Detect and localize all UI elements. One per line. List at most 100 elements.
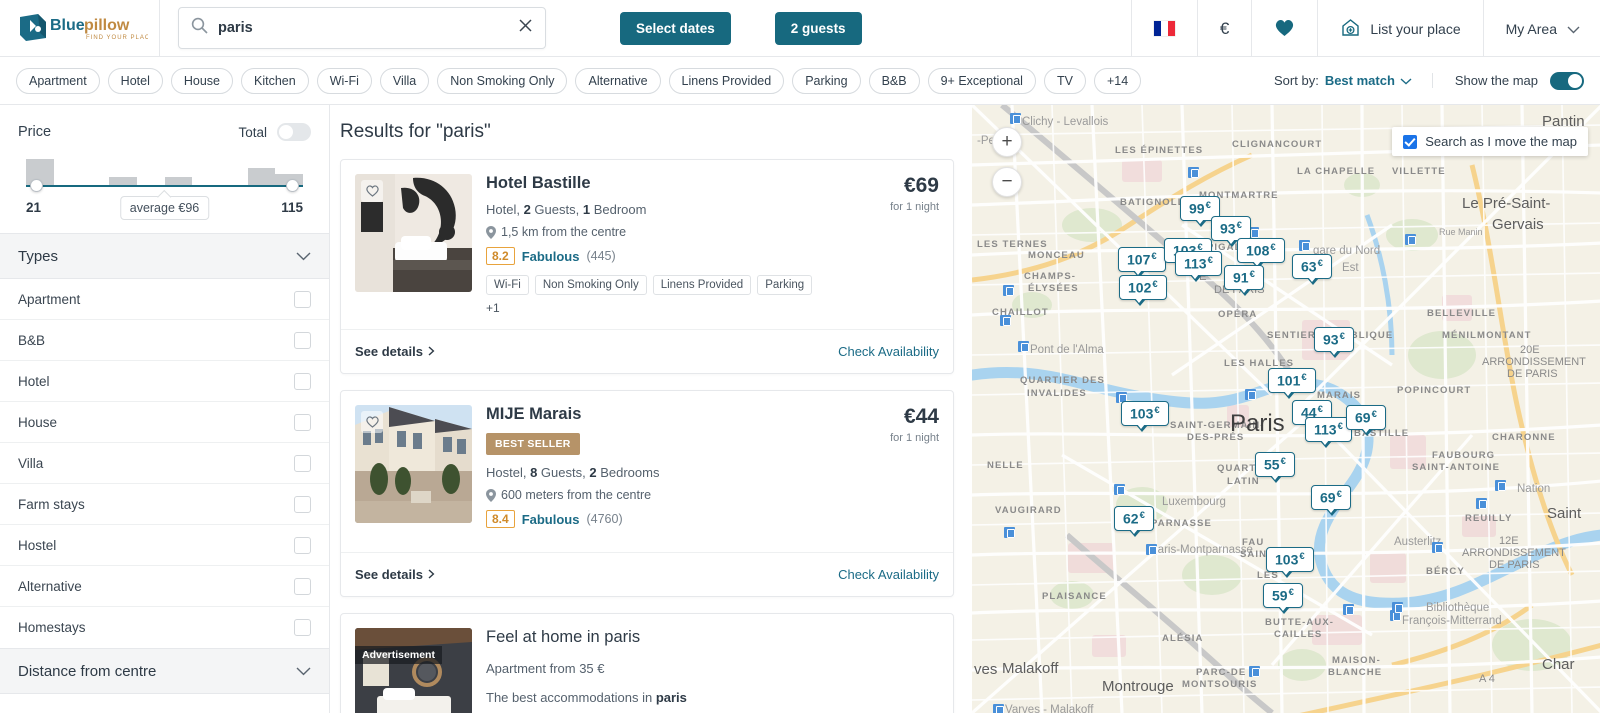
type-filter-villa[interactable]: Villa (0, 443, 329, 484)
type-filter-checkbox[interactable] (294, 372, 311, 390)
type-filter-label: Farm stays (18, 496, 85, 512)
close-icon[interactable] (518, 18, 533, 38)
property-thumbnail[interactable] (355, 405, 472, 523)
type-filter-house[interactable]: House (0, 402, 329, 443)
type-filter-checkbox[interactable] (294, 331, 311, 349)
zoom-in-button[interactable]: + (992, 127, 1022, 157)
search-input[interactable] (218, 20, 518, 36)
zoom-out-button[interactable]: − (992, 167, 1022, 197)
filter-chip-tv[interactable]: TV (1043, 67, 1086, 94)
map-price-pin[interactable]: 93€ (1314, 327, 1354, 358)
map-price-pin[interactable]: 101€ (1268, 368, 1316, 399)
price-filter: Price Total 21 115 average €96 (0, 105, 329, 233)
see-details-link[interactable]: See details (355, 344, 435, 359)
map-price-pin[interactable]: 91€ (1224, 265, 1264, 296)
type-filter-checkbox[interactable] (294, 290, 311, 308)
property-thumbnail[interactable] (355, 174, 472, 292)
amenity-tag[interactable]: Wi-Fi (486, 275, 529, 295)
advertisement-card[interactable]: Advertisement Feel at home in paris Apartm… (340, 613, 954, 713)
result-card[interactable]: Hotel Bastille Hotel, 2 Guests, 1 Bedroom… (340, 159, 954, 374)
map-price-pin[interactable]: 113€ (1175, 251, 1222, 282)
filter-chip-wi-fi[interactable]: Wi-Fi (316, 67, 372, 94)
types-section-header[interactable]: Types (0, 233, 329, 279)
select-dates-button[interactable]: Select dates (620, 11, 731, 45)
filter-chip-villa[interactable]: Villa (379, 67, 430, 94)
map-price-pin[interactable]: 107€ (1118, 247, 1166, 278)
type-filter-homestays[interactable]: Homestays (0, 607, 329, 648)
result-card[interactable]: MIJE Marais BEST SELLER Hostel, 8 Guests, … (340, 390, 954, 597)
filter-chip-kitchen[interactable]: Kitchen (241, 67, 309, 94)
price-slider-min-handle[interactable] (30, 179, 43, 192)
advertisement-title[interactable]: Feel at home in paris (486, 628, 939, 647)
total-toggle[interactable] (277, 123, 311, 141)
type-filter-apartment[interactable]: Apartment (0, 279, 329, 320)
type-filter-checkbox[interactable] (294, 619, 311, 636)
type-filter-checkbox[interactable] (294, 495, 311, 513)
type-filter-checkbox[interactable] (294, 454, 311, 472)
favourite-heart-icon[interactable] (361, 411, 383, 433)
map-price-pin[interactable]: 113€ (1305, 417, 1352, 448)
type-filter-hostel[interactable]: Hostel (0, 525, 329, 566)
type-filter-b-b[interactable]: B&B (0, 320, 329, 361)
map-price-pin[interactable]: 59€ (1263, 583, 1303, 614)
filter-chip-alternative[interactable]: Alternative (575, 67, 661, 94)
map-price-pin[interactable]: 102€ (1119, 275, 1167, 306)
map-price-pin[interactable]: 69€ (1311, 485, 1351, 516)
map-price-pin[interactable]: 55€ (1255, 452, 1295, 483)
language-selector[interactable] (1130, 0, 1197, 57)
map-price-pin[interactable]: 103€ (1266, 547, 1314, 578)
total-toggle-wrap[interactable]: Total (238, 123, 311, 141)
map-price-pin[interactable]: 108€ (1237, 238, 1285, 269)
type-filter-alternative[interactable]: Alternative (0, 566, 329, 607)
property-name[interactable]: Hotel Bastille (486, 174, 819, 193)
advertisement-thumbnail[interactable]: Advertisement (355, 628, 472, 713)
show-map-toggle[interactable] (1550, 71, 1584, 90)
filter-chip-b-b[interactable]: B&B (868, 67, 920, 94)
amenity-tag[interactable]: Non Smoking Only (534, 275, 647, 295)
price-label: Price (18, 124, 52, 140)
distance-section-header[interactable]: Distance from centre (0, 648, 329, 694)
amenity-more[interactable]: +1 (486, 301, 500, 315)
filter-chip-parking[interactable]: Parking (792, 67, 861, 94)
favourite-heart-icon[interactable] (361, 180, 383, 202)
search-as-i-move-label: Search as I move the map (1425, 134, 1577, 149)
check-availability-link[interactable]: Check Availability (838, 344, 939, 359)
property-name[interactable]: MIJE Marais (486, 405, 819, 424)
favourites-button[interactable] (1251, 0, 1317, 57)
map-price-pin[interactable]: 93€ (1211, 216, 1251, 247)
show-map-control[interactable]: Show the map (1433, 71, 1584, 90)
amenity-tag[interactable]: Parking (757, 275, 813, 295)
filter-chip-linens-provided[interactable]: Linens Provided (668, 67, 785, 94)
price-slider[interactable]: 21 115 average €96 (18, 159, 311, 225)
filter-chip-14[interactable]: +14 (1093, 67, 1142, 94)
map-panel[interactable]: + − Search as I move the map Clichy - Le… (972, 105, 1600, 713)
type-filter-checkbox[interactable] (294, 536, 311, 554)
sort-by-value[interactable]: Best match (1325, 73, 1412, 88)
filter-chip-house[interactable]: House (170, 67, 233, 94)
see-details-link[interactable]: See details (355, 567, 435, 582)
logo[interactable]: Blue pillow FIND YOUR PLACE. (0, 0, 160, 57)
filter-chip-non-smoking-only[interactable]: Non Smoking Only (437, 67, 568, 94)
type-filter-hotel[interactable]: Hotel (0, 361, 329, 402)
price-slider-max-handle[interactable] (286, 179, 299, 192)
type-filter-checkbox[interactable] (294, 577, 311, 595)
rating-word: Fabulous (521, 511, 580, 527)
filter-chip-apartment[interactable]: Apartment (16, 67, 100, 94)
filter-chip-hotel[interactable]: Hotel (107, 67, 163, 94)
check-availability-link[interactable]: Check Availability (838, 567, 939, 582)
type-filter-checkbox[interactable] (294, 413, 311, 431)
search-box[interactable] (178, 7, 546, 49)
filter-chip-9-exceptional[interactable]: 9+ Exceptional (927, 67, 1036, 94)
price-slider-track[interactable] (26, 185, 303, 187)
type-filter-farm-stays[interactable]: Farm stays (0, 484, 329, 525)
list-your-place-button[interactable]: List your place (1317, 0, 1482, 57)
map-price-pin[interactable]: 63€ (1292, 254, 1332, 285)
my-area-menu[interactable]: My Area (1482, 0, 1600, 57)
map-price-pin[interactable]: 69€ (1346, 405, 1386, 436)
map-price-pin[interactable]: 62€ (1114, 506, 1154, 537)
currency-selector[interactable]: € (1196, 0, 1251, 57)
search-as-i-move-checkbox[interactable]: Search as I move the map (1392, 127, 1588, 156)
map-price-pin[interactable]: 103€ (1121, 401, 1169, 432)
guests-button[interactable]: 2 guests (774, 11, 862, 45)
amenity-tag[interactable]: Linens Provided (652, 275, 752, 295)
